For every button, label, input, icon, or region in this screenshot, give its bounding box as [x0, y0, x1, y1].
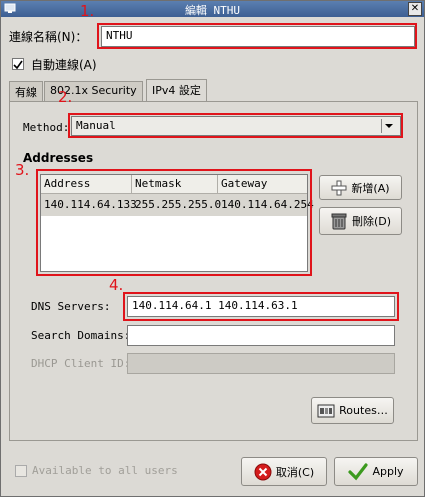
annotation-number-2: 2. [58, 88, 73, 106]
available-to-all-users-label: Available to all users [32, 464, 178, 477]
cancel-icon [254, 463, 272, 480]
close-icon[interactable]: ✕ [408, 2, 422, 16]
window-title: 編輯 NTHU [184, 4, 241, 17]
cell-gateway: 140.114.64.254 [221, 198, 314, 211]
cancel-button[interactable]: 取消(C) [241, 457, 327, 486]
dhcp-client-id-label: DHCP Client ID: [31, 357, 131, 370]
edit-connection-window: 編輯 NTHU ✕ 連線名稱(N)： NTHU 自動連線(A) 有線 802.1… [0, 0, 425, 497]
routes-label: Routes… [339, 404, 388, 417]
addresses-heading: Addresses [23, 151, 94, 165]
search-domains-input[interactable] [127, 325, 395, 346]
dns-servers-label: DNS Servers: [31, 300, 111, 313]
plus-icon [331, 180, 347, 195]
apply-button[interactable]: Apply [334, 457, 418, 486]
table-header: Address Netmask Gateway [41, 175, 307, 194]
apply-label: Apply [372, 465, 404, 478]
column-header-netmask[interactable]: Netmask [132, 175, 218, 194]
annotation-number-1: 1. [80, 2, 95, 20]
delete-address-button[interactable]: 刪除(D) [319, 207, 402, 235]
add-address-button[interactable]: 新增(A) [319, 175, 402, 200]
annotation-number-4: 4. [109, 276, 124, 294]
title-bar: 編輯 NTHU ✕ [1, 1, 424, 17]
available-to-all-users-checkbox [15, 465, 27, 477]
routes-icon [317, 404, 335, 417]
auto-connect-label: 自動連線(A) [31, 58, 97, 72]
column-header-gateway[interactable]: Gateway [218, 175, 309, 194]
addresses-table[interactable]: Address Netmask Gateway 140.114.64.133 2… [40, 174, 314, 272]
checkmark-icon [348, 462, 369, 480]
checkmark-icon [13, 60, 23, 70]
dhcp-client-id-input [127, 353, 395, 374]
search-domains-label: Search Domains: [31, 329, 131, 342]
auto-connect-checkbox[interactable] [12, 58, 24, 70]
tab-wired[interactable]: 有線 [9, 81, 43, 101]
routes-button[interactable]: Routes… [311, 397, 394, 424]
column-header-address[interactable]: Address [41, 175, 132, 194]
annotation-number-3: 3. [15, 161, 30, 179]
dropdown-arrow-icon[interactable] [381, 119, 397, 133]
cell-address: 140.114.64.133 [44, 198, 137, 211]
tab-ipv4-settings[interactable]: IPv4 設定 [146, 79, 207, 102]
trash-icon [331, 213, 347, 230]
table-row[interactable]: 140.114.64.133 255.255.255.0 140.114.64.… [41, 194, 314, 216]
cell-netmask: 255.255.255.0 [135, 198, 222, 211]
method-select[interactable]: Manual [71, 116, 401, 136]
method-value: Manual [76, 119, 116, 132]
cancel-label: 取消(C) [275, 465, 315, 479]
dns-servers-input[interactable]: 140.114.64.1 140.114.63.1 [127, 296, 395, 317]
delete-label: 刪除(D) [351, 215, 392, 228]
connection-name-input[interactable]: NTHU [101, 26, 415, 47]
add-label: 新增(A) [351, 181, 390, 195]
connection-name-label: 連線名稱(N)： [9, 30, 88, 44]
method-label: Method: [23, 121, 70, 134]
